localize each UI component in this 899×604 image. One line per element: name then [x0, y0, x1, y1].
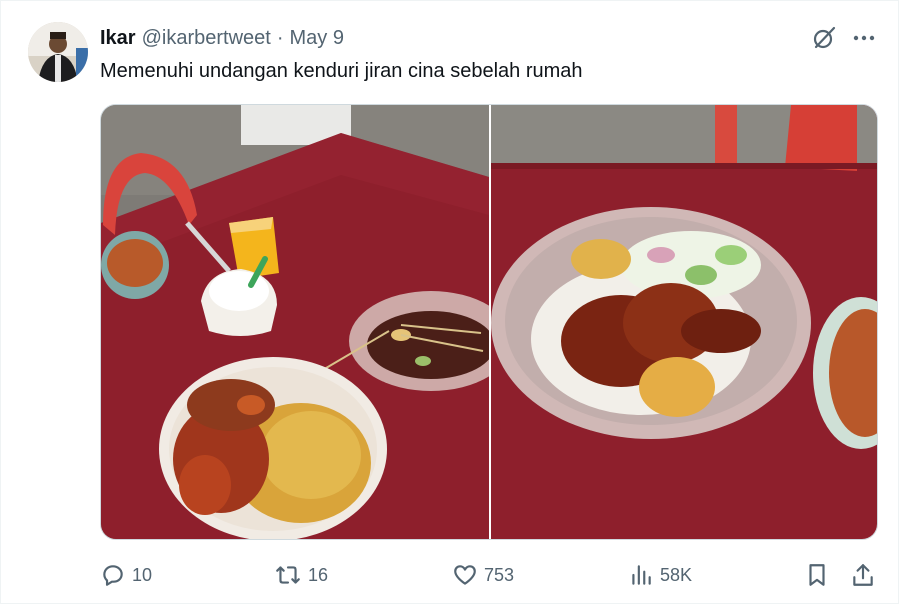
- reply-icon: [100, 562, 126, 588]
- action-bar: 10 16 753 58K: [100, 560, 878, 590]
- photo-left[interactable]: [101, 105, 489, 539]
- photo-right[interactable]: [491, 105, 877, 539]
- like-button[interactable]: 753: [452, 560, 514, 590]
- media-grid: [100, 104, 878, 540]
- grok-icon[interactable]: [810, 24, 838, 52]
- separator-dot: ·: [276, 26, 284, 49]
- more-icon[interactable]: [850, 24, 878, 52]
- bookmark-icon: [804, 562, 830, 588]
- views-icon: [628, 562, 654, 588]
- tweet-header: Ikar @ikarbertweet · May 9: [100, 26, 344, 50]
- share-icon: [850, 562, 876, 588]
- share-button[interactable]: [850, 560, 876, 590]
- avatar[interactable]: [28, 22, 88, 82]
- heart-icon: [452, 562, 478, 588]
- views-count: 58K: [660, 564, 693, 585]
- tweet-text: Memenuhi undangan kenduri jiran cina seb…: [100, 60, 583, 82]
- reply-button[interactable]: 10: [100, 560, 152, 590]
- views-button[interactable]: 58K: [628, 560, 692, 590]
- author-name[interactable]: Ikar: [100, 27, 136, 50]
- bookmark-button[interactable]: [804, 560, 830, 590]
- repost-count: 16: [308, 564, 329, 585]
- reply-count: 10: [132, 564, 153, 585]
- tweet-date[interactable]: May 9: [290, 27, 344, 50]
- like-count: 753: [484, 564, 515, 585]
- author-handle[interactable]: @ikarbertweet: [142, 27, 271, 50]
- repost-button[interactable]: 16: [274, 560, 328, 590]
- repost-icon: [274, 562, 302, 588]
